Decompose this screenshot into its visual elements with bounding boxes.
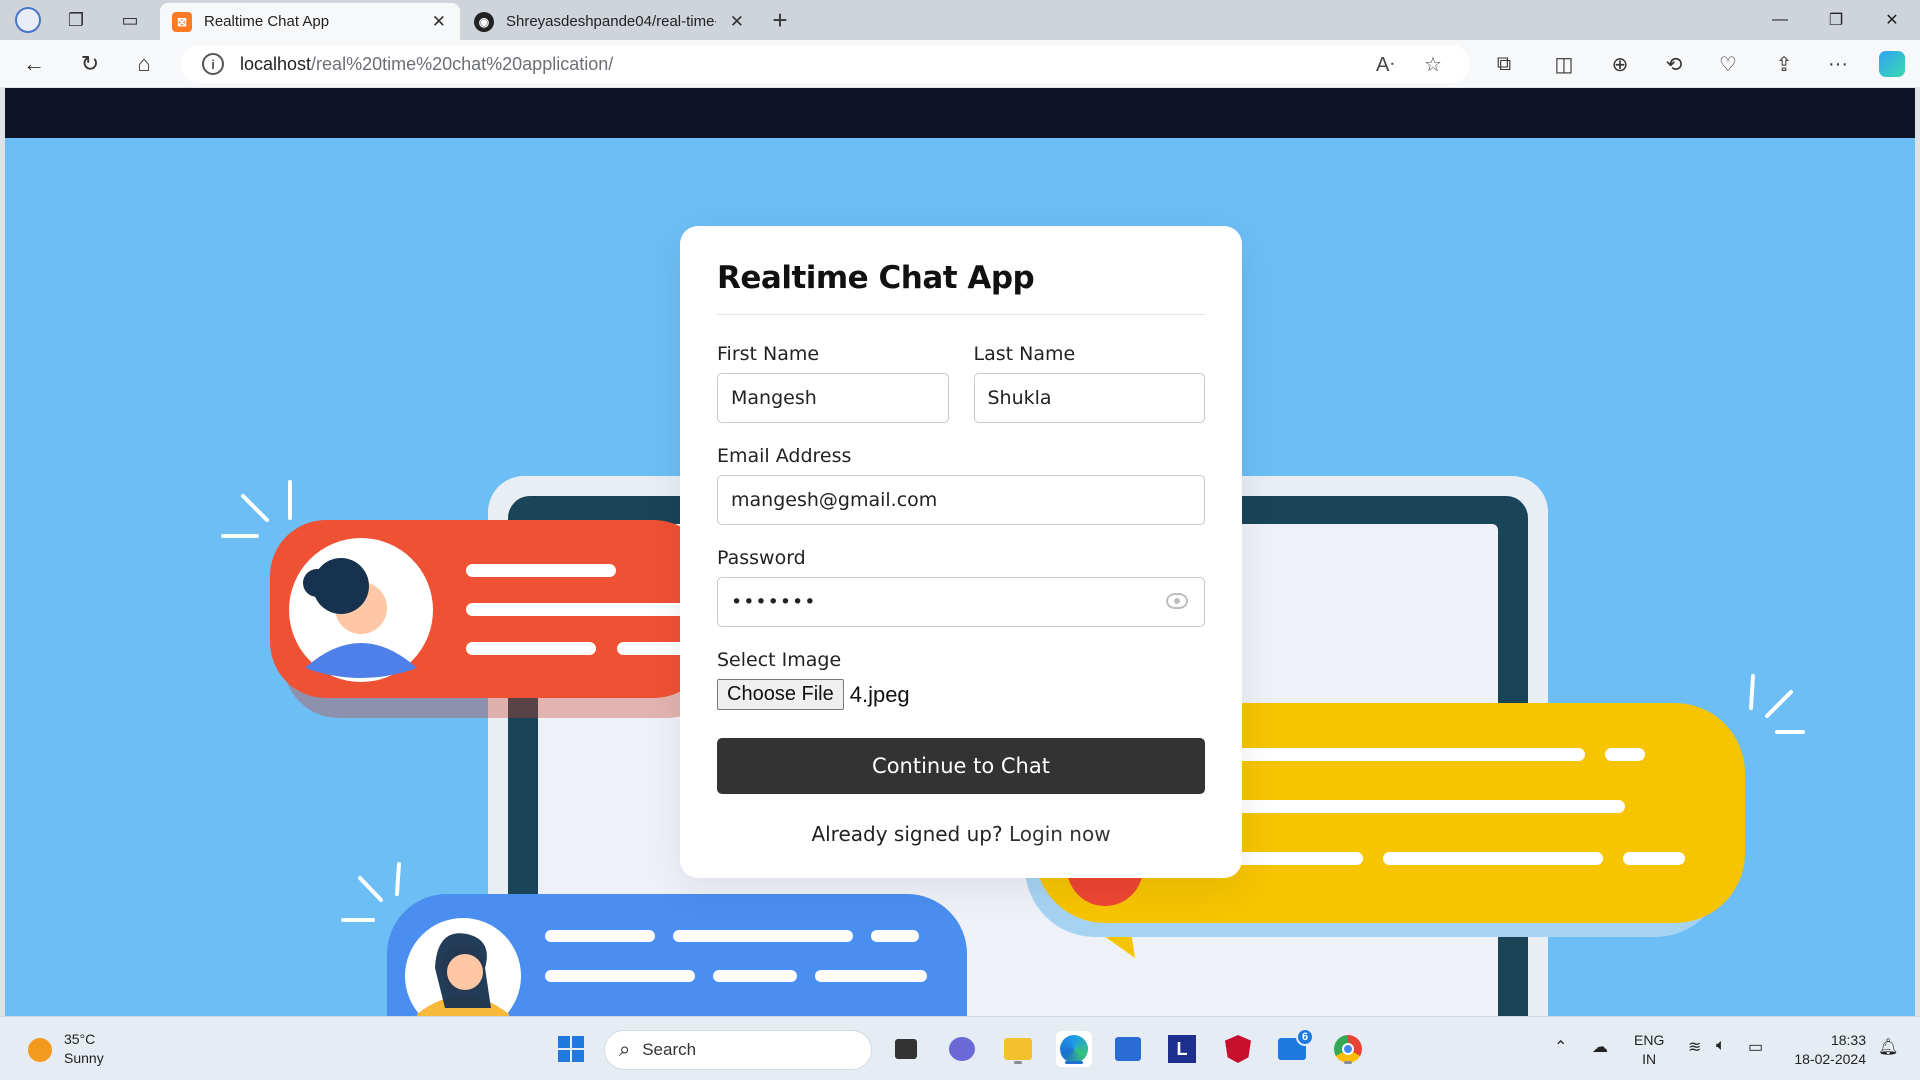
last-name-label: Last Name [973, 343, 1076, 365]
sun-icon[interactable] [28, 1038, 52, 1062]
workspaces-icon[interactable]: ❐ [60, 6, 92, 34]
home-icon[interactable]: ⌂ [126, 48, 162, 80]
weather-temp: 35°C [64, 1031, 96, 1047]
close-tab-icon[interactable]: ✕ [730, 12, 744, 32]
minimize-icon[interactable]: — [1752, 0, 1808, 40]
login-prompt-text: Already signed up? [811, 822, 1003, 846]
date: 18-02-2024 [1794, 1051, 1866, 1067]
restore-icon[interactable]: ❐ [1808, 0, 1864, 40]
copilot-icon[interactable] [1876, 49, 1908, 79]
eye-icon[interactable] [1166, 593, 1188, 609]
lang-line2: IN [1642, 1051, 1657, 1067]
url-text: localhost/real%20time%20chat%20applicati… [240, 53, 614, 74]
image-group: Select Image Choose File 4.jpeg [717, 649, 1205, 710]
close-window-icon[interactable]: ✕ [1864, 0, 1920, 40]
address-bar[interactable]: i localhost/real%20time%20chat%20applica… [180, 45, 1470, 83]
wifi-icon[interactable]: ≋ [1688, 1037, 1701, 1057]
first-name-input[interactable]: Mangesh [717, 373, 949, 423]
taskbar-search-box[interactable]: ⌕ Search [604, 1030, 872, 1070]
edge-browser-icon[interactable] [1056, 1031, 1092, 1067]
chrome-icon[interactable] [1330, 1031, 1366, 1067]
profile-icon[interactable] [12, 6, 44, 34]
lang-line1: ENG [1634, 1032, 1665, 1048]
mail-icon[interactable]: 6 [1274, 1028, 1314, 1067]
password-mask: ••••••• [731, 591, 817, 613]
last-name-input[interactable]: Shukla [973, 373, 1205, 423]
password-label: Password [717, 547, 806, 569]
mcafee-icon[interactable] [1220, 1031, 1256, 1067]
history-icon[interactable]: ⟲ [1658, 49, 1690, 79]
password-group: Password ••••••• [717, 547, 1205, 627]
email-group: Email Address mangesh@gmail.com [717, 445, 1205, 525]
weather-desc: Sunny [64, 1050, 104, 1066]
tab-realtime-chat[interactable]: ⊠ Realtime Chat App ✕ [160, 3, 460, 40]
choose-file-button[interactable]: Choose File [717, 679, 844, 710]
file-explorer-icon[interactable] [1000, 1031, 1036, 1067]
email-input[interactable]: mangesh@gmail.com [717, 475, 1205, 525]
share-icon[interactable]: ⇪ [1768, 49, 1800, 79]
extensions-icon[interactable]: ⧉ [1488, 49, 1520, 79]
tab-title: Realtime Chat App [204, 13, 330, 30]
tab-title: Shreyasdeshpande04/real-time-c [506, 13, 716, 30]
l-app-icon[interactable]: L [1164, 1031, 1200, 1067]
mail-badge: 6 [1296, 1028, 1314, 1046]
page-viewport: Realtime Chat App First Name Mangesh Las… [5, 88, 1915, 1016]
password-input[interactable]: ••••••• [717, 577, 1205, 627]
windows-start-icon[interactable] [553, 1031, 589, 1067]
search-label: Search [642, 1040, 697, 1059]
xampp-icon: ⊠ [172, 11, 192, 32]
clock[interactable]: 18:33 18-02-2024 [1786, 1031, 1866, 1069]
volume-icon[interactable]: 🔈︎ [1716, 1037, 1726, 1055]
task-view-icon[interactable] [888, 1031, 924, 1067]
collections-icon[interactable]: ⊕ [1604, 49, 1636, 79]
login-prompt: Already signed up? Login now [717, 822, 1205, 846]
first-name-label: First Name [717, 343, 820, 365]
email-label: Email Address [717, 445, 852, 467]
github-icon: ◉ [474, 11, 494, 32]
read-aloud-icon[interactable]: Aᐧ [1376, 52, 1394, 77]
first-name-group: First Name Mangesh [717, 343, 949, 423]
microsoft-store-icon[interactable] [1110, 1031, 1146, 1067]
image-label: Select Image [717, 649, 842, 671]
close-tab-icon[interactable]: ✕ [432, 12, 446, 32]
last-name-group: Last Name Shukla [973, 343, 1205, 423]
split-screen-icon[interactable]: ◫ [1548, 49, 1580, 79]
search-icon: ⌕ [619, 1038, 631, 1061]
refresh-icon[interactable]: ↻ [72, 48, 108, 80]
site-info-icon[interactable]: i [202, 53, 224, 75]
browser-toolbar: ← ↻ ⌂ i localhost/real%20time%20chat%20a… [0, 40, 1920, 88]
continue-to-chat-button[interactable]: Continue to Chat [717, 738, 1205, 794]
browser-tab-bar: ❐ ▭ ⊠ Realtime Chat App ✕ ◉ Shreyasdeshp… [0, 0, 1920, 40]
form-title: Realtime Chat App [717, 260, 1205, 315]
more-menu-icon[interactable]: ··· [1822, 49, 1854, 79]
weather-widget[interactable]: 35°C Sunny [64, 1030, 104, 1068]
onedrive-icon[interactable]: ☁ [1592, 1037, 1608, 1057]
teams-chat-icon[interactable] [944, 1031, 980, 1067]
back-icon[interactable]: ← [16, 48, 52, 80]
browser-essentials-icon[interactable]: ♡ [1712, 49, 1744, 79]
new-tab-button[interactable]: + [764, 5, 796, 35]
signup-form-card: Realtime Chat App First Name Mangesh Las… [680, 226, 1242, 878]
windows-taskbar: 35°C Sunny ⌕ Search L 6 ⌃ ☁ ENG IN ≋ 🔈︎ … [0, 1016, 1920, 1080]
selected-file-name: 4.jpeg [849, 681, 910, 707]
battery-icon[interactable]: ▭ [1748, 1037, 1763, 1057]
favorite-star-icon[interactable]: ☆ [1424, 52, 1442, 77]
language-indicator[interactable]: ENG IN [1634, 1031, 1664, 1069]
show-hidden-icons[interactable]: ⌃ [1554, 1037, 1567, 1057]
login-now-link[interactable]: Login now [1009, 822, 1111, 846]
time: 18:33 [1830, 1032, 1866, 1048]
tab-actions-icon[interactable]: ▭ [114, 6, 146, 34]
tab-github[interactable]: ◉ Shreyasdeshpande04/real-time-c ✕ [462, 3, 758, 40]
notification-bell-icon[interactable]: 🔔︎ [1878, 1037, 1898, 1057]
